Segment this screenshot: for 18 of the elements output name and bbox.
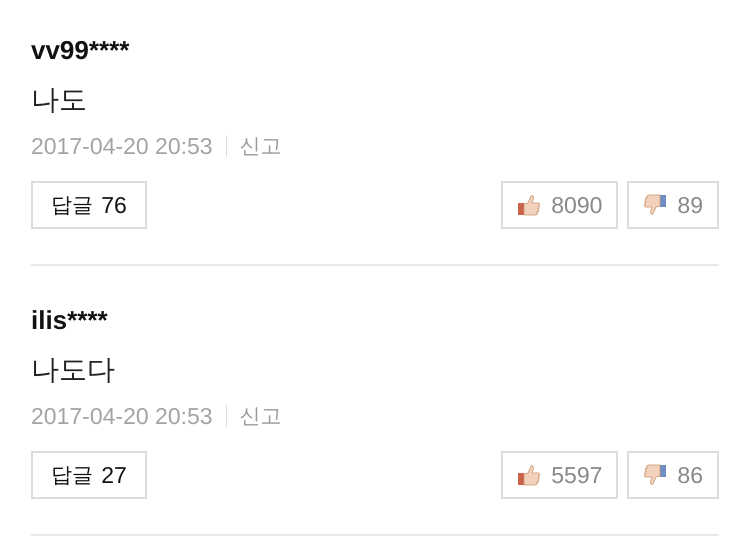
thumbs-down-icon [643,464,668,486]
thumbs-down-icon [643,194,668,216]
thumbs-up-icon [517,464,542,486]
comment-text: 나도다 [31,352,116,388]
report-link[interactable]: 신고 [240,132,282,160]
username: vv99**** [31,34,130,67]
thumbs-up-icon [517,194,542,216]
reply-button[interactable]: 답글 27 [31,451,147,499]
like-button[interactable]: 5597 [501,451,618,499]
comment-date: 2017-04-20 20:53 [31,402,213,430]
report-link[interactable]: 신고 [240,402,282,430]
comment-text: 나도 [31,82,88,118]
reply-button[interactable]: 답글 76 [31,181,147,229]
dislike-button[interactable]: 89 [627,181,719,229]
dislike-button[interactable]: 86 [627,451,719,499]
username: ilis**** [31,304,109,337]
comment-date: 2017-04-20 20:53 [31,132,213,160]
like-button[interactable]: 8090 [501,181,618,229]
